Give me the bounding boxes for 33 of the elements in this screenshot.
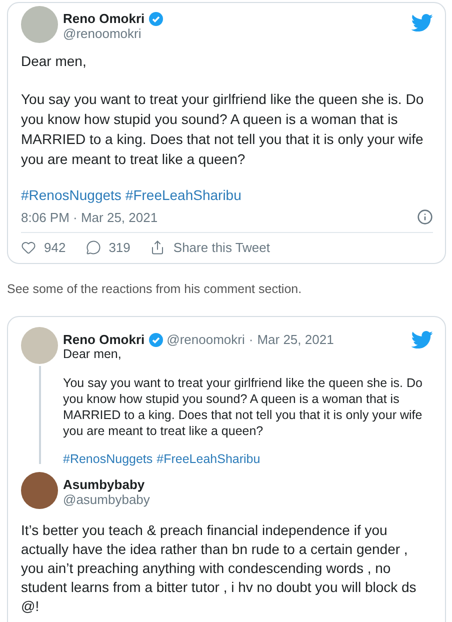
hashtag-link[interactable]: #FreeLeahSharibu <box>156 452 260 466</box>
reply-button[interactable]: 319 <box>86 240 130 255</box>
author-name[interactable]: Reno Omokri <box>63 332 145 347</box>
info-icon[interactable] <box>417 209 433 225</box>
like-button[interactable]: 942 <box>21 240 66 255</box>
bird-logo-icon <box>411 14 433 32</box>
bird-logo-icon <box>411 331 433 349</box>
hashtag-link[interactable]: #RenosNuggets <box>63 452 153 466</box>
author-name[interactable]: Asumbybaby <box>63 477 145 492</box>
avatar <box>21 327 58 364</box>
tweet-date[interactable]: Mar 25, 2021 <box>257 332 334 347</box>
hashtag-link[interactable]: #FreeLeahSharibu <box>125 187 242 203</box>
speech-bubble-icon <box>86 240 101 255</box>
hashtag-link[interactable]: #RenosNuggets <box>21 187 122 203</box>
tweet-text: You say you want to treat your girlfriend like the queen she is. Do you know how stupid you sound? A queen is a woman that is MARRIED to a king. Does that not tell you that it is only your wife you are meant to treat like a queen? <box>21 90 425 169</box>
author-handle[interactable]: @renoomokri <box>63 26 406 41</box>
tweet-text: Dear men, <box>63 346 122 362</box>
verified-badge-icon <box>148 12 163 26</box>
share-button[interactable]: Share this Tweet <box>150 240 270 255</box>
avatar <box>21 472 58 509</box>
heart-icon <box>21 240 36 255</box>
verified-badge-icon <box>148 332 163 346</box>
separator-dot: · <box>248 332 254 347</box>
author-name[interactable]: Reno Omokri <box>63 11 145 26</box>
avatar <box>21 6 58 43</box>
reply-text: It’s better you teach & preach financial independence if you actually have the idea rather than bn rude to a certain gender , you ain’t preaching anything with condescending words , no student learns from a bitter tutor , i hv no doubt you will block ds @! <box>21 521 418 616</box>
tweet-timestamp[interactable]: 8:06 PM · Mar 25, 2021 <box>21 210 158 224</box>
tweet-text: You say you want to treat your girlfriend like the queen she is. Do you know how stupid you sound? A queen is a woman that is MARRIED to a king. Does that not tell you that it is only your wife you are meant to treat like a queen? <box>63 375 424 439</box>
caption-text: See some of the reactions from his comment section. <box>7 282 303 296</box>
author-handle[interactable]: @renoomokri <box>166 332 245 347</box>
tweet-text: Dear men, <box>21 52 88 71</box>
author-handle[interactable]: @asumbybaby <box>63 492 433 507</box>
share-icon <box>150 240 166 255</box>
